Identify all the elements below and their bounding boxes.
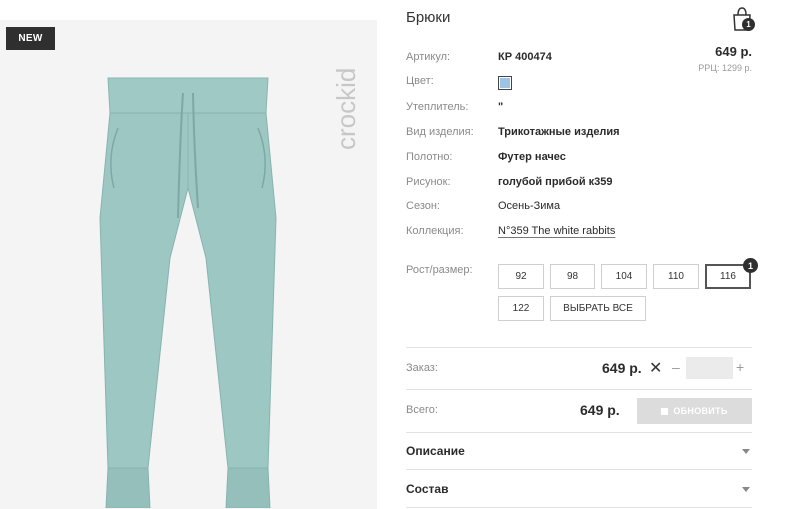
accordion-description[interactable]: Описание	[406, 433, 752, 469]
quantity-increase-button[interactable]: +	[736, 359, 744, 375]
select-all-sizes-button[interactable]: ВЫБРАТЬ ВСЕ	[550, 296, 646, 321]
order-price: 649 р.	[602, 360, 642, 376]
size-option-92[interactable]: 92	[498, 264, 544, 289]
attr-value-product-type: Трикотажные изделия	[498, 126, 620, 138]
update-button-label: ОБНОВИТЬ	[673, 406, 728, 416]
size-option-98[interactable]: 98	[550, 264, 595, 289]
attr-value-fabric: Футер начес	[498, 151, 566, 163]
divider	[406, 347, 752, 348]
product-title: Брюки	[406, 9, 451, 26]
cart-count-badge: 1	[742, 18, 755, 31]
order-label: Заказ:	[406, 362, 438, 374]
collection-link[interactable]: N°359 The white rabbits	[498, 225, 615, 237]
product-photo	[99, 77, 277, 508]
recommended-price: РРЦ: 1299 р.	[698, 63, 752, 73]
attr-value-pattern: голубой прибой к359	[498, 176, 613, 188]
chevron-down-icon	[742, 448, 750, 454]
attr-value-insulation: "	[498, 101, 504, 113]
total-price: 649 р.	[580, 402, 620, 418]
remove-item-icon[interactable]: ✕	[649, 358, 662, 378]
new-badge: NEW	[6, 27, 55, 50]
total-label: Всего:	[406, 404, 438, 416]
attr-label-article: Артикул:	[406, 51, 451, 63]
brand-logo: crockid	[331, 68, 361, 150]
attr-label-season: Сезон:	[406, 200, 440, 212]
attr-label-product-type: Вид изделия:	[406, 126, 474, 138]
divider	[406, 469, 752, 470]
product-image-panel: NEW crockid	[0, 20, 377, 509]
update-button[interactable]: ОБНОВИТЬ	[637, 398, 752, 424]
product-price: 649 р.	[715, 44, 752, 59]
attr-label-pattern: Рисунок:	[406, 176, 451, 188]
attr-label-color: Цвет:	[406, 75, 434, 87]
quantity-decrease-button[interactable]: –	[672, 359, 680, 375]
divider	[406, 507, 752, 508]
collection-link-wrapper: N°359 The white rabbits	[498, 225, 615, 237]
brand-logo-text: crockid	[331, 68, 361, 150]
accordion-composition-label: Состав	[406, 482, 449, 496]
quantity-input[interactable]	[686, 357, 733, 379]
size-label: Рост/размер:	[406, 264, 473, 276]
color-swatch[interactable]	[498, 76, 512, 90]
accordion-composition[interactable]: Состав	[406, 471, 752, 507]
attr-label-insulation: Утеплитель:	[406, 101, 469, 113]
size-option-104[interactable]: 104	[601, 264, 647, 289]
attr-label-fabric: Полотно:	[406, 151, 453, 163]
accordion-description-label: Описание	[406, 444, 465, 458]
size-option-122[interactable]: 122	[498, 296, 544, 321]
update-icon	[661, 407, 669, 415]
color-swatch-fill	[500, 78, 510, 88]
size-count-badge: 1	[743, 258, 758, 273]
chevron-down-icon	[742, 486, 750, 492]
attr-value-article: КР 400474	[498, 51, 552, 63]
attr-label-collection: Коллекция:	[406, 225, 464, 237]
size-option-110[interactable]: 110	[653, 264, 699, 289]
divider	[406, 389, 752, 390]
attr-value-season: Осень-Зима	[498, 200, 561, 212]
